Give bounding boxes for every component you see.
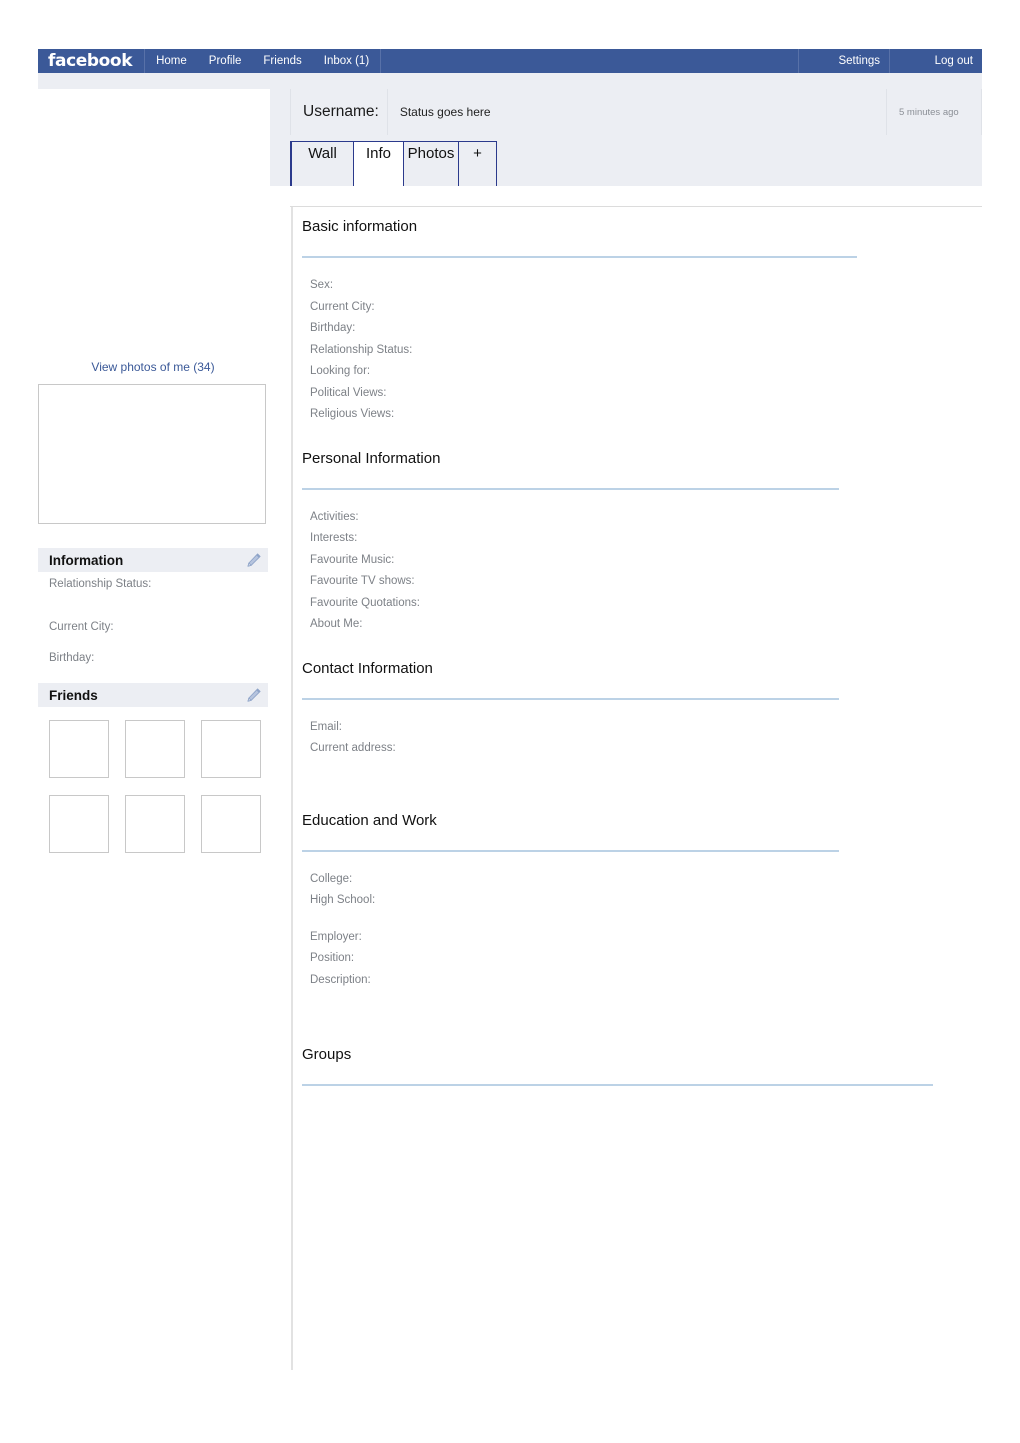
field-list: Activities: Interests: Favourite Music: … (302, 490, 962, 636)
section-title: Education and Work (302, 811, 437, 829)
friends-panel-header: Friends (38, 683, 268, 707)
nav-right-group: Settings Log out (798, 49, 982, 73)
friend-thumbnail[interactable] (201, 720, 261, 778)
field-interests: Interests: (310, 532, 358, 544)
friend-thumbnail[interactable] (125, 720, 185, 778)
top-navigation-bar: facebook Home Profile Friends Inbox (1) … (38, 49, 982, 73)
pencil-icon[interactable] (242, 551, 264, 569)
nav-link-inbox[interactable]: Inbox (1) (313, 49, 380, 73)
field-sex: Sex: (310, 279, 334, 291)
field-employer: Employer: (310, 930, 362, 943)
section-title: Groups (302, 1046, 352, 1063)
field-current-address: Current address: (310, 742, 396, 754)
field-college: College: (310, 872, 353, 885)
field-high-school: High School: (310, 894, 376, 906)
friends-panel-title: Friends (49, 687, 98, 703)
friend-thumbnail[interactable] (49, 720, 109, 778)
section-personal-information: Personal Information Activities: Interes… (302, 450, 962, 636)
information-panel-title: Information (49, 552, 124, 568)
field-religious-views: Religious Views: (310, 408, 395, 420)
header-divider (290, 206, 982, 207)
field-favourite-music: Favourite Music: (310, 553, 395, 566)
username-label: Username: (303, 103, 379, 120)
content-vertical-divider (291, 207, 293, 1370)
field-looking-for: Looking for: (310, 365, 371, 377)
section-education-and-work: Education and Work College: High School:… (302, 812, 962, 992)
information-panel-header: Information (38, 548, 268, 572)
field-favourite-tv-shows: Favourite TV shows: (310, 575, 415, 587)
friend-thumbnail[interactable] (201, 795, 261, 853)
sidebar-field-birthday: Birthday: (49, 652, 95, 664)
sidebar-field-relationship-status: Relationship Status: (49, 578, 152, 590)
main-content: Basic information Sex: Current City: Bir… (302, 218, 962, 1086)
status-text[interactable]: Status goes here (386, 89, 886, 135)
subnav-strip (38, 73, 982, 89)
section-divider (302, 1084, 933, 1086)
nav-link-friends[interactable]: Friends (252, 49, 312, 73)
friends-grid (38, 707, 268, 853)
field-activities: Activities: (310, 510, 359, 523)
nav-left-group: facebook Home Profile Friends Inbox (1) (38, 49, 380, 73)
facebook-logo[interactable]: facebook (38, 49, 146, 73)
sidebar-field-current-city: Current City: (49, 621, 114, 633)
nav-link-logout[interactable]: Log out (889, 49, 982, 73)
nav-link-home[interactable]: Home (145, 49, 198, 73)
view-photos-of-me-link[interactable]: View photos of me (34) (38, 360, 268, 384)
tab-wall[interactable]: Wall (290, 141, 354, 186)
friend-thumbnail[interactable] (125, 795, 185, 853)
field-description: Description: (310, 973, 371, 986)
status-timestamp: 5 minutes ago (886, 89, 982, 135)
section-title: Contact Information (302, 659, 433, 677)
left-sidebar: View photos of me (34) Information Relat… (38, 360, 268, 853)
section-basic-information: Basic information Sex: Current City: Bir… (302, 218, 962, 426)
section-title: Personal Information (302, 449, 441, 467)
field-current-city: Current City: (310, 300, 375, 313)
pencil-icon[interactable] (242, 686, 264, 704)
field-position: Position: (310, 952, 355, 964)
tab-add-more[interactable]: + (459, 141, 497, 186)
section-title: Basic information (302, 218, 418, 235)
profile-photo[interactable] (38, 384, 266, 524)
profile-tabs: Wall Info Photos + (290, 141, 497, 186)
field-birthday: Birthday: (310, 322, 356, 334)
tab-info[interactable]: Info (354, 141, 404, 186)
field-list: College: High School: Employer: Position… (302, 852, 962, 992)
tab-photos[interactable]: Photos (404, 141, 459, 186)
field-favourite-quotations: Favourite Quotations: (310, 596, 420, 609)
field-email: Email: (310, 720, 342, 733)
field-about-me: About Me: (310, 618, 363, 630)
section-contact-information: Contact Information Email: Current addre… (302, 660, 962, 760)
field-list: Sex: Current City: Birthday: Relationshi… (302, 258, 962, 426)
section-groups: Groups (302, 1046, 962, 1086)
field-relationship-status: Relationship Status: (310, 343, 413, 356)
status-row: Username: Status goes here 5 minutes ago (290, 89, 982, 135)
nav-link-profile[interactable]: Profile (198, 49, 253, 73)
field-political-views: Political Views: (310, 386, 387, 399)
nav-link-settings[interactable]: Settings (798, 49, 889, 73)
field-list: Email: Current address: (302, 700, 962, 760)
friend-thumbnail[interactable] (49, 795, 109, 853)
